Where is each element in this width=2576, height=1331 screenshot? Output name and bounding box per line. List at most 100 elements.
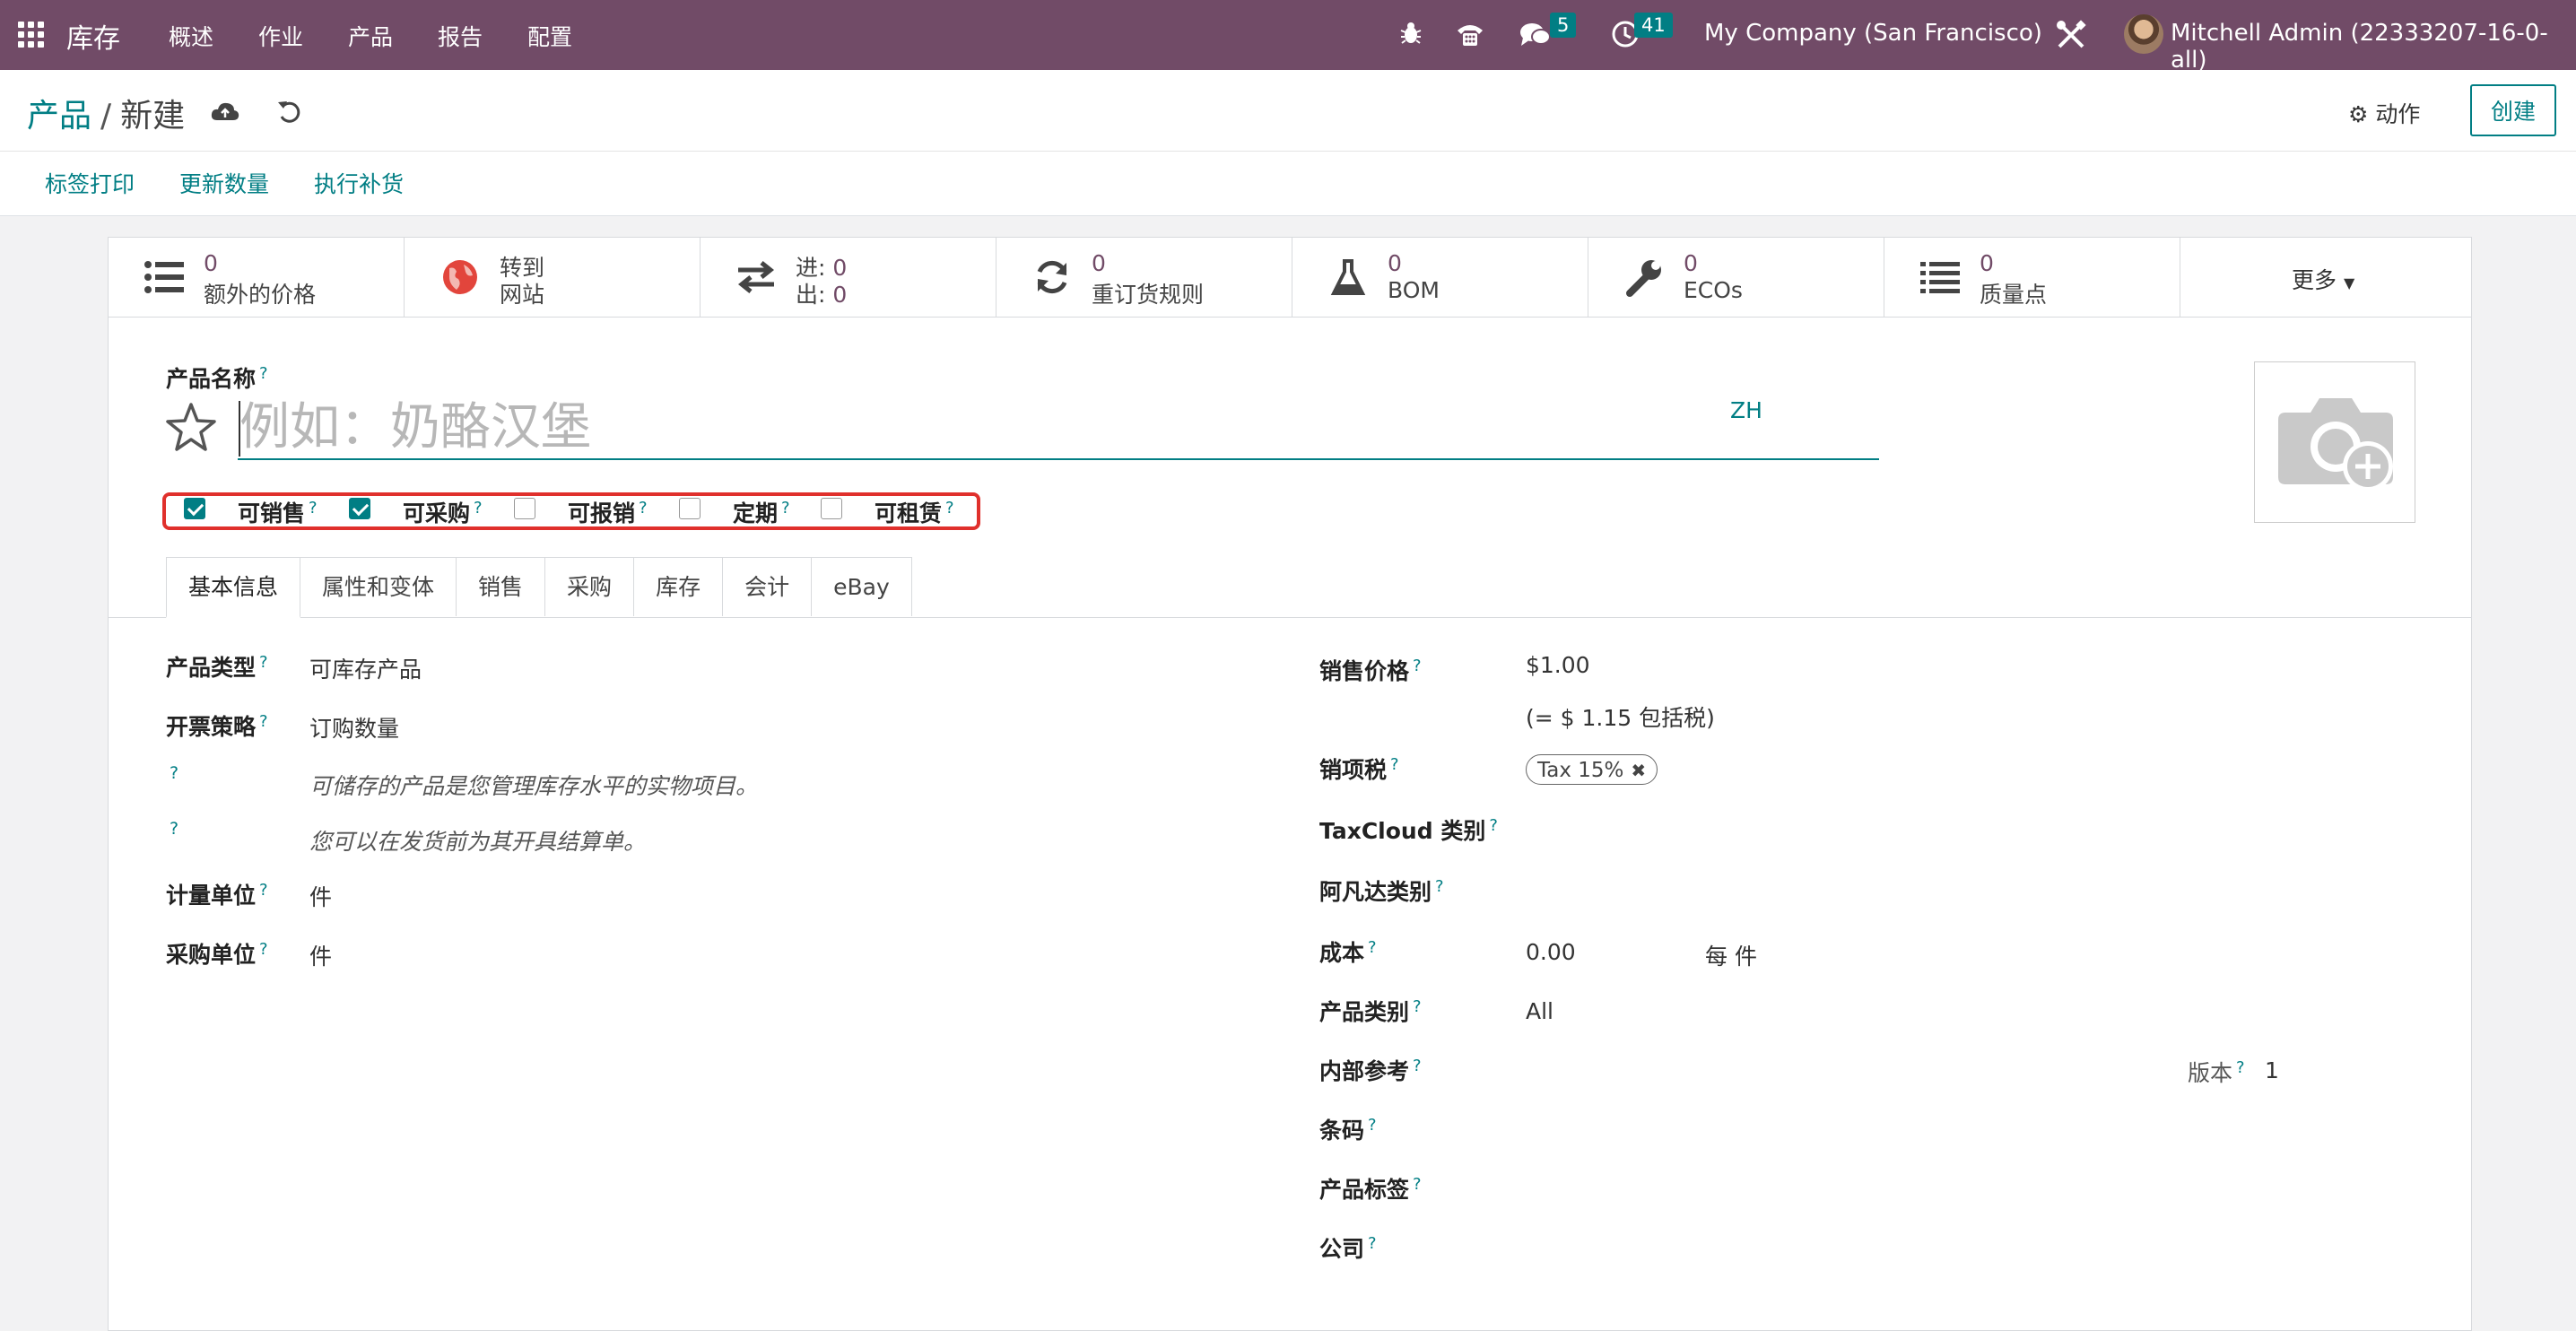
help-icon[interactable]: ? — [1413, 1057, 1422, 1075]
help-icon[interactable]: ? — [945, 499, 954, 518]
control-divider — [0, 151, 2576, 152]
uom-field[interactable]: 件 — [309, 880, 332, 912]
help-icon[interactable]: ? — [1435, 877, 1444, 896]
help-icon[interactable]: ? — [1413, 997, 1422, 1016]
menu-products[interactable]: 产品 — [348, 20, 393, 52]
help-icon[interactable]: ? — [259, 653, 268, 672]
app-brand[interactable]: 库存 — [66, 16, 120, 56]
action-menu[interactable]: ⚙ 动作 — [2348, 97, 2420, 129]
product-name-input[interactable] — [238, 396, 1879, 460]
ecos-label: ECOs — [1684, 277, 1743, 303]
help-icon[interactable]: ? — [1390, 755, 1399, 774]
print-labels-button[interactable]: 标签打印 — [45, 167, 135, 199]
help-icon[interactable]: ? — [259, 940, 268, 959]
menu-overview[interactable]: 概述 — [169, 20, 213, 52]
help-icon[interactable]: ? — [781, 499, 790, 518]
remove-tag-icon[interactable]: ✖ — [1631, 760, 1646, 781]
go-to-website-button[interactable]: 转到 网站 — [405, 238, 701, 317]
refresh-icon — [1037, 260, 1067, 294]
user-avatar[interactable] — [2124, 14, 2163, 54]
list-icon — [1920, 262, 1960, 293]
recurring-label-text: 定期 — [733, 500, 779, 526]
product-type-select[interactable]: 可库存产品 — [309, 652, 422, 684]
help-icon[interactable]: ? — [259, 364, 268, 383]
discard-undo-icon[interactable] — [274, 97, 305, 127]
cost-label: 成本? — [1319, 935, 1377, 968]
help-icon[interactable]: ? — [259, 881, 268, 900]
tab-sales[interactable]: 销售 — [456, 557, 546, 616]
ecos-button[interactable]: 0 ECOs — [1588, 238, 1884, 317]
company-label-text: 公司 — [1319, 1236, 1365, 1262]
help-icon[interactable]: ? — [170, 763, 178, 783]
cost-input[interactable]: 0.00 — [1526, 939, 1576, 965]
user-menu[interactable]: Mitchell Admin (22333207-16-0-all) — [2171, 20, 2576, 74]
help-icon[interactable]: ? — [2236, 1058, 2245, 1077]
action-label: 动作 — [2375, 101, 2421, 127]
tab-inventory[interactable]: 库存 — [633, 557, 724, 616]
chat-icon[interactable] — [1519, 22, 1552, 48]
breadcrumb-current: 新建 — [120, 98, 186, 135]
quality-points-button[interactable]: 0 质量点 — [1884, 238, 2180, 317]
purchase-uom-field[interactable]: 件 — [309, 939, 332, 971]
phone-icon[interactable] — [1455, 20, 1485, 48]
help-icon[interactable]: ? — [639, 499, 648, 518]
help-icon[interactable]: ? — [170, 819, 178, 839]
language-toggle[interactable]: ZH — [1730, 397, 1762, 423]
debug-tools-icon[interactable] — [2054, 18, 2088, 52]
smart-button-row: 0 额外的价格 转到 网站 进: 0 出: 0 0 重订货规则 0 BOM 0 … — [109, 238, 2471, 318]
purchase-uom-label-text: 采购单位 — [166, 942, 257, 968]
product-category-field[interactable]: All — [1526, 998, 1553, 1024]
purchase-ok-checkbox[interactable] — [349, 498, 370, 519]
outgoing-value: 0 — [832, 282, 848, 308]
invoice-policy-help-text: 您可以在发货前为其开具结算单。 — [309, 829, 647, 855]
company-switcher[interactable]: My Company (San Francisco) — [1704, 20, 2042, 47]
recurring-label: 定期? — [733, 496, 790, 528]
tab-attributes-variants[interactable]: 属性和变体 — [300, 557, 457, 616]
help-icon[interactable]: ? — [1368, 1116, 1377, 1135]
bom-label: BOM — [1388, 277, 1440, 303]
bug-icon[interactable] — [1397, 20, 1424, 47]
bom-button[interactable]: 0 BOM — [1292, 238, 1588, 317]
tab-ebay[interactable]: eBay — [811, 557, 912, 616]
menu-operations[interactable]: 作业 — [258, 20, 303, 52]
update-quantity-button[interactable]: 更新数量 — [179, 167, 269, 199]
favorite-star-icon[interactable] — [164, 401, 218, 455]
sale-ok-checkbox[interactable] — [184, 498, 205, 519]
help-icon[interactable]: ? — [309, 499, 318, 518]
top-navbar: 库存 概述 作业 产品 报告 配置 5 41 My Company (San F… — [0, 0, 2576, 74]
help-icon[interactable]: ? — [1413, 1175, 1422, 1194]
help-icon[interactable]: ? — [1489, 816, 1498, 835]
apps-menu-icon[interactable] — [16, 20, 47, 50]
help-icon[interactable]: ? — [1368, 1234, 1377, 1253]
tab-accounting[interactable]: 会计 — [722, 557, 813, 616]
help-icon[interactable]: ? — [1368, 938, 1377, 957]
help-icon[interactable]: ? — [259, 712, 268, 731]
product-image-upload[interactable] — [2254, 361, 2415, 523]
more-label-text: 更多 — [2292, 267, 2337, 293]
replenish-button[interactable]: 执行补货 — [314, 167, 404, 199]
outgoing-label: 出: — [796, 282, 826, 308]
sales-price-input[interactable]: $1.00 — [1526, 652, 1590, 678]
create-button[interactable]: 创建 — [2470, 84, 2556, 136]
internal-reference-label: 内部参考? — [1319, 1054, 1422, 1086]
reordering-rules-button[interactable]: 0 重订货规则 — [996, 238, 1292, 317]
cost-label-text: 成本 — [1319, 940, 1365, 966]
save-cloud-icon[interactable] — [210, 97, 240, 127]
help-icon[interactable]: ? — [474, 499, 483, 518]
breadcrumb-products-link[interactable]: 产品 — [27, 98, 91, 135]
rent-ok-checkbox[interactable] — [821, 498, 842, 519]
extra-prices-button[interactable]: 0 额外的价格 — [109, 238, 405, 317]
menu-configuration[interactable]: 配置 — [527, 20, 572, 52]
invoice-policy-select[interactable]: 订购数量 — [309, 711, 399, 744]
can-be-expensed-checkbox[interactable] — [514, 498, 535, 519]
more-dropdown[interactable]: 更多 ▼ — [2180, 238, 2471, 317]
sale-ok-label-text: 可销售 — [238, 500, 306, 526]
recurring-checkbox[interactable] — [679, 498, 701, 519]
in-out-button[interactable]: 进: 0 出: 0 — [701, 238, 996, 317]
tab-purchase[interactable]: 采购 — [544, 557, 635, 616]
tab-general-info[interactable]: 基本信息 — [166, 557, 301, 618]
reordering-count: 0 — [1092, 250, 1106, 276]
help-icon[interactable]: ? — [1413, 657, 1422, 675]
taxcloud-category-label: TaxCloud 类别? — [1319, 813, 1498, 846]
menu-reporting[interactable]: 报告 — [438, 20, 483, 52]
